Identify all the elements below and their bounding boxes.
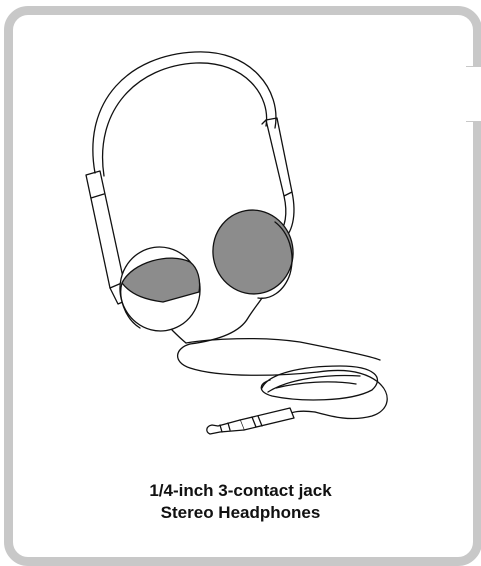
caption-line-1: 1/4-inch 3-contact jack	[149, 481, 332, 500]
caption-line-2: Stereo Headphones	[160, 503, 321, 522]
caption: 1/4-inch 3-contact jack Stereo Headphone…	[0, 480, 481, 524]
jack-plug	[239, 407, 295, 431]
left-slider	[85, 170, 125, 289]
right-slider	[265, 117, 293, 197]
headband	[92, 51, 277, 174]
cable-coil	[260, 365, 378, 401]
headband-inner	[102, 62, 268, 177]
headphones-illustration	[85, 51, 388, 435]
jack-tip	[206, 419, 245, 435]
cable	[189, 297, 263, 345]
